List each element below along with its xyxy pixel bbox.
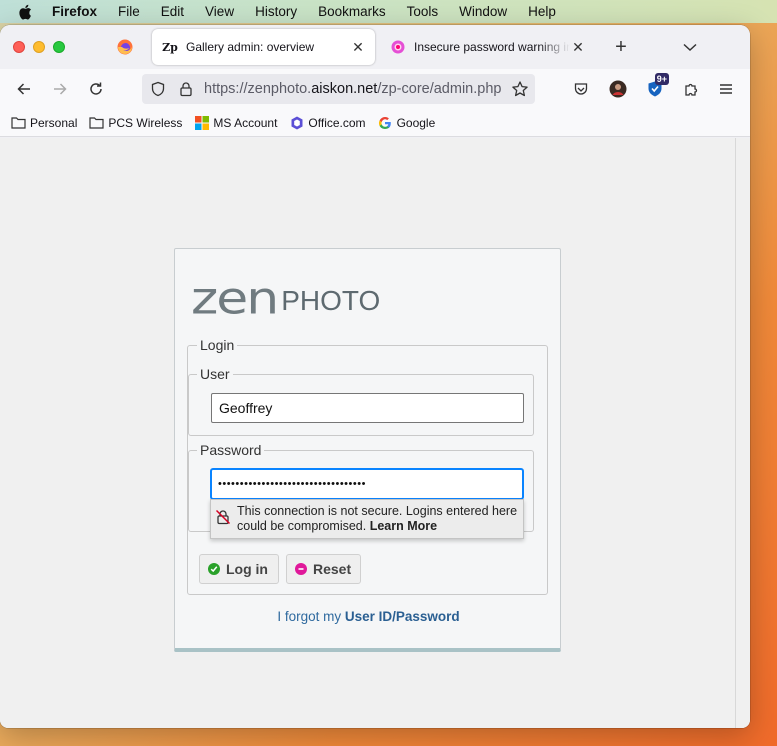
url-text: https://zenphoto.aiskon.net/zp-core/admi… — [204, 81, 502, 97]
pocket-icon[interactable] — [571, 79, 591, 99]
minus-circle-icon — [295, 563, 307, 575]
macos-menu-bar: Firefox File Edit View History Bookmarks… — [0, 0, 777, 23]
tab-title: Gallery admin: overview — [186, 40, 315, 54]
learn-more-link[interactable]: Learn More — [370, 519, 437, 533]
menu-window[interactable]: Window — [459, 4, 507, 19]
close-tab-icon[interactable]: ✕ — [570, 39, 586, 55]
reload-icon[interactable] — [86, 79, 106, 99]
password-input[interactable]: •••••••••••••••••••••••••••••••••• — [210, 468, 524, 500]
extensions-puzzle-icon[interactable] — [681, 79, 701, 99]
login-button[interactable]: Log in — [199, 554, 279, 584]
tracking-shield-icon[interactable] — [150, 81, 166, 97]
google-icon — [378, 115, 393, 130]
lock-icon[interactable] — [178, 81, 194, 97]
menu-file[interactable]: File — [118, 4, 140, 19]
bookmark-label: Office.com — [308, 115, 366, 130]
office-icon — [289, 115, 304, 130]
microsoft-icon — [194, 115, 209, 130]
login-legend: Login — [200, 337, 235, 353]
forward-button[interactable] — [50, 79, 70, 99]
bookmark-label: MS Account — [213, 115, 278, 130]
menu-bookmarks[interactable]: Bookmarks — [318, 4, 386, 19]
zoom-window-button[interactable] — [53, 41, 65, 53]
insecure-lock-icon — [215, 509, 231, 525]
menu-help[interactable]: Help — [528, 4, 556, 19]
apple-icon[interactable] — [18, 4, 34, 20]
forgot-prefix: I forgot my — [277, 609, 345, 624]
navigation-toolbar: https://zenphoto.aiskon.net/zp-core/admi… — [0, 69, 750, 109]
bookmark-star-icon[interactable] — [511, 80, 529, 98]
folder-icon — [11, 115, 26, 130]
bookmark-office[interactable]: Office.com — [289, 115, 366, 130]
bookmark-personal[interactable]: Personal — [11, 115, 77, 130]
tab-gallery-admin[interactable]: Zp Gallery admin: overview ✕ — [152, 29, 375, 65]
list-all-tabs-icon[interactable] — [681, 38, 699, 56]
page-content: zen PHOTO Login User Geoffrey Password •… — [0, 138, 750, 728]
bookmarks-toolbar: Personal PCS Wireless MS Account Office.… — [0, 109, 750, 137]
hamburger-menu-icon[interactable] — [716, 79, 736, 99]
menu-firefox[interactable]: Firefox — [52, 4, 97, 19]
menu-view[interactable]: View — [205, 4, 234, 19]
firefox-help-icon — [390, 39, 406, 55]
back-button[interactable] — [14, 79, 34, 99]
tab-title: Insecure password warning in Fi — [414, 40, 570, 54]
firefox-view-icon[interactable] — [117, 39, 133, 55]
insecure-login-warning: This connection is not secure. Logins en… — [210, 499, 524, 539]
reset-button-label: Reset — [313, 561, 352, 577]
url-bar[interactable]: https://zenphoto.aiskon.net/zp-core/admi… — [142, 74, 535, 104]
window-controls — [13, 41, 65, 53]
close-window-button[interactable] — [13, 41, 25, 53]
bookmark-label: Personal — [30, 115, 78, 130]
bookmark-label: PCS Wireless — [108, 115, 183, 130]
tab-insecure-password[interactable]: Insecure password warning in Fi ✕ — [380, 29, 595, 65]
extension-shield-icon[interactable]: 9+ — [645, 73, 669, 99]
reset-button[interactable]: Reset — [286, 554, 361, 584]
account-avatar[interactable] — [608, 79, 628, 99]
warning-message: This connection is not secure. Logins en… — [237, 504, 518, 533]
close-tab-icon[interactable]: ✕ — [350, 39, 366, 55]
new-tab-button[interactable]: + — [611, 36, 631, 58]
zenphoto-icon: Zp — [162, 40, 178, 54]
logo-zen-text: zen — [191, 273, 279, 325]
forgot-credentials: I forgot my User ID/Password — [175, 609, 562, 624]
menu-history[interactable]: History — [255, 4, 297, 19]
logo-photo-text: PHOTO — [281, 285, 381, 316]
bookmark-google[interactable]: Google — [378, 115, 436, 130]
user-input[interactable]: Geoffrey — [211, 393, 524, 423]
folder-icon — [89, 115, 104, 130]
zenphoto-logo: zen PHOTO — [191, 273, 381, 325]
menu-tools[interactable]: Tools — [407, 4, 439, 19]
tab-bar: Zp Gallery admin: overview ✕ Insecure pa… — [0, 25, 750, 69]
user-legend: User — [200, 366, 230, 382]
login-panel: zen PHOTO Login User Geoffrey Password •… — [174, 248, 561, 652]
login-button-label: Log in — [226, 561, 268, 577]
menu-edit[interactable]: Edit — [161, 4, 184, 19]
extension-badge: 9+ — [654, 73, 669, 85]
checkmark-icon — [208, 563, 220, 575]
minimize-window-button[interactable] — [33, 41, 45, 53]
password-legend: Password — [200, 442, 262, 458]
bookmark-label: Google — [396, 115, 436, 130]
firefox-window: Zp Gallery admin: overview ✕ Insecure pa… — [0, 25, 750, 728]
scrollbar-track — [735, 138, 736, 728]
forgot-link[interactable]: User ID/Password — [345, 609, 460, 624]
bookmark-pcs-wireless[interactable]: PCS Wireless — [89, 115, 182, 130]
bookmark-ms-account[interactable]: MS Account — [194, 115, 277, 130]
